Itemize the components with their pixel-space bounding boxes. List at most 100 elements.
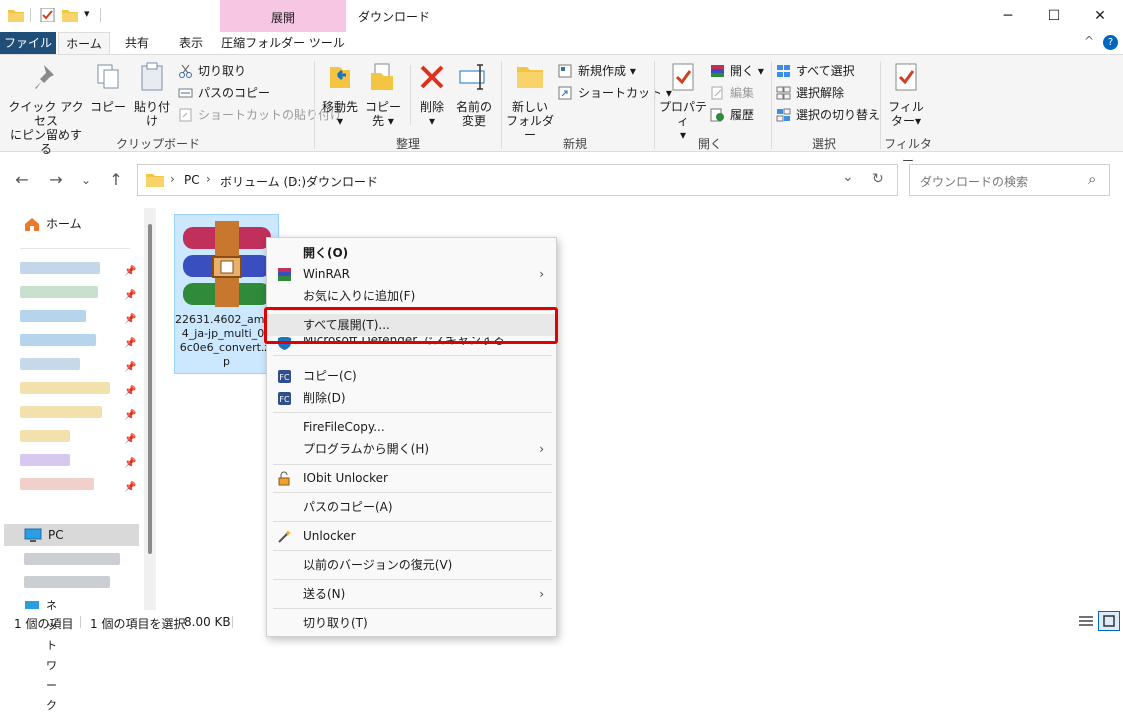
copy-to-button[interactable]: コピー先 ▾ <box>362 61 404 128</box>
paste-button[interactable]: 貼り付け <box>130 61 174 128</box>
menu-separator <box>273 521 552 522</box>
file-name-line: 22631.4602_amd6 <box>175 313 279 326</box>
nav-scrollbar-thumb[interactable] <box>148 224 152 554</box>
nav-divider <box>20 248 130 249</box>
breadcrumb-downloads[interactable]: ダウンロード <box>306 173 378 190</box>
maximize-button[interactable]: ☐ <box>1031 0 1077 32</box>
select-all-button[interactable]: すべて選択 <box>776 61 855 81</box>
menu-item-iobit-unlocker[interactable]: IObit Unlocker <box>267 467 556 489</box>
properties-button[interactable]: プロパティ ▾ <box>658 61 708 142</box>
cut-button[interactable]: 切り取り <box>178 61 246 81</box>
nav-item-quick-access[interactable] <box>20 334 96 346</box>
menu-item-winrar[interactable]: WinRAR › <box>267 263 556 285</box>
menu-item-copy-path[interactable]: パスのコピー(A) <box>267 496 556 518</box>
qat-divider <box>100 8 101 22</box>
nav-scrollbar[interactable] <box>144 208 156 610</box>
nav-item-quick-access[interactable] <box>20 310 86 322</box>
title-bar: ▾ 展開 ダウンロード ─ ☐ ✕ <box>0 0 1123 32</box>
new-item-icon <box>558 64 572 78</box>
context-tab-header: 展開 <box>220 0 346 32</box>
close-button[interactable]: ✕ <box>1077 0 1123 32</box>
copy-path-button[interactable]: パスのコピー <box>178 83 270 103</box>
tab-compressed-tools[interactable]: 圧縮フォルダー ツール <box>220 32 346 54</box>
file-name: 22631.4602_amd6 4_ja-jp_multi_0d 6c0e6_c… <box>175 313 278 369</box>
menu-item-send-to[interactable]: 送る(N) › <box>267 583 556 605</box>
nav-item-quick-access[interactable] <box>20 454 70 466</box>
qat-divider <box>30 8 31 22</box>
search-input[interactable]: ダウンロードの検索 <box>920 173 1028 190</box>
menu-item-add-favorite[interactable]: お気に入りに追加(F) <box>267 285 556 307</box>
nav-item-drive[interactable] <box>24 553 120 565</box>
tab-share[interactable]: 共有 <box>114 32 160 54</box>
forward-button[interactable]: → <box>46 170 66 190</box>
large-icons-view-button[interactable] <box>1098 611 1120 631</box>
paste-label: 貼り付け <box>133 100 170 128</box>
nav-item-quick-access[interactable] <box>20 430 70 442</box>
copy-button[interactable]: コピー <box>90 61 126 114</box>
copy-path-icon <box>178 88 193 98</box>
file-name-line: 6c0e6_convert.zi <box>179 341 274 354</box>
new-folder-icon[interactable] <box>62 8 78 22</box>
delete-button[interactable]: 削除 ▾ <box>414 61 450 128</box>
move-to-button[interactable]: 移動先 ▾ <box>320 61 360 128</box>
move-to-label: 移動先 ▾ <box>321 100 358 128</box>
tab-view[interactable]: 表示 <box>166 32 216 54</box>
status-divider <box>232 616 233 628</box>
nav-item-quick-access[interactable] <box>20 286 98 298</box>
nav-item-quick-access[interactable] <box>20 382 110 394</box>
paste-shortcut-button[interactable]: ショートカットの貼り付け <box>178 105 342 125</box>
history-button[interactable]: 履歴 <box>710 105 754 125</box>
address-bar[interactable]: › PC › ボリューム (D:) › ダウンロード ⌄ ↻ <box>137 164 898 196</box>
open-button[interactable]: 開く ▾ <box>710 61 764 81</box>
menu-item-open-with[interactable]: プログラムから開く(H) › <box>267 438 556 460</box>
context-menu: 開く(O) WinRAR › お気に入りに追加(F) すべて展開(T)... Mi… <box>266 237 557 637</box>
edit-button[interactable]: 編集 <box>710 83 754 103</box>
nav-item-drive[interactable] <box>24 576 110 588</box>
menu-item-unlocker[interactable]: Unlocker <box>267 525 556 547</box>
menu-item-delete[interactable]: FC 削除(D) <box>267 387 556 409</box>
collapse-ribbon-icon[interactable]: ^ <box>1084 34 1094 48</box>
submenu-arrow-icon: › <box>539 267 544 281</box>
copy-to-label: コピー先 ▾ <box>364 100 401 128</box>
submenu-arrow-icon: › <box>539 442 544 456</box>
menu-item-restore-previous[interactable]: 以前のバージョンの復元(V) <box>267 554 556 576</box>
address-dropdown-icon[interactable]: ⌄ <box>842 169 854 185</box>
menu-item-open[interactable]: 開く(O) <box>267 242 556 264</box>
search-icon[interactable]: ⌕ <box>1088 170 1096 188</box>
svg-text:FC: FC <box>279 395 290 404</box>
nav-item-quick-access[interactable] <box>20 262 100 274</box>
refresh-icon[interactable]: ↻ <box>872 171 884 187</box>
nav-item-quick-access[interactable] <box>20 406 102 418</box>
new-folder-button[interactable]: 新しい フォルダー <box>506 61 554 142</box>
search-box[interactable]: ダウンロードの検索 ⌕ <box>909 164 1110 196</box>
selected-count: 1 個の項目を選択 <box>90 617 186 631</box>
menu-item-copy[interactable]: FC コピー(C) <box>267 365 556 387</box>
rename-button[interactable]: 名前の 変更 <box>454 61 494 128</box>
close-icon: ✕ <box>1094 8 1106 24</box>
details-view-icon[interactable] <box>1078 614 1094 628</box>
new-item-button[interactable]: 新規作成 ▾ <box>558 61 636 81</box>
filter-button[interactable]: フィル ター▾ <box>884 61 928 128</box>
qat-customize-icon[interactable]: ▾ <box>84 7 90 20</box>
history-label: 履歴 <box>730 108 755 122</box>
menu-item-firefilecopy[interactable]: FireFileCopy... <box>267 416 556 438</box>
tab-home[interactable]: ホーム <box>58 32 110 54</box>
recent-locations-button[interactable]: ⌄ <box>76 170 96 190</box>
back-button[interactable]: ← <box>12 170 32 190</box>
copy-path-label: パスのコピー <box>198 86 271 100</box>
minimize-button[interactable]: ─ <box>985 0 1031 32</box>
select-none-button[interactable]: 選択解除 <box>776 83 844 103</box>
pin-quick-access-button[interactable]: クイック アクセス にピン留めする <box>6 61 86 156</box>
file-item-zip[interactable]: 22631.4602_amd6 4_ja-jp_multi_0d 6c0e6_c… <box>174 214 279 374</box>
nav-item-quick-access[interactable] <box>20 478 94 490</box>
new-item-label: 新規作成 <box>578 64 627 78</box>
invert-selection-button[interactable]: 選択の切り替え <box>776 105 880 125</box>
up-button[interactable]: ↑ <box>106 170 126 190</box>
properties-icon[interactable] <box>40 8 56 22</box>
winrar-icon <box>278 268 291 281</box>
nav-item-quick-access[interactable] <box>20 358 80 370</box>
group-divider <box>654 61 655 149</box>
help-icon[interactable]: ? <box>1103 35 1118 50</box>
tab-file[interactable]: ファイル <box>0 32 56 54</box>
breadcrumb-pc[interactable]: PC <box>184 173 200 187</box>
